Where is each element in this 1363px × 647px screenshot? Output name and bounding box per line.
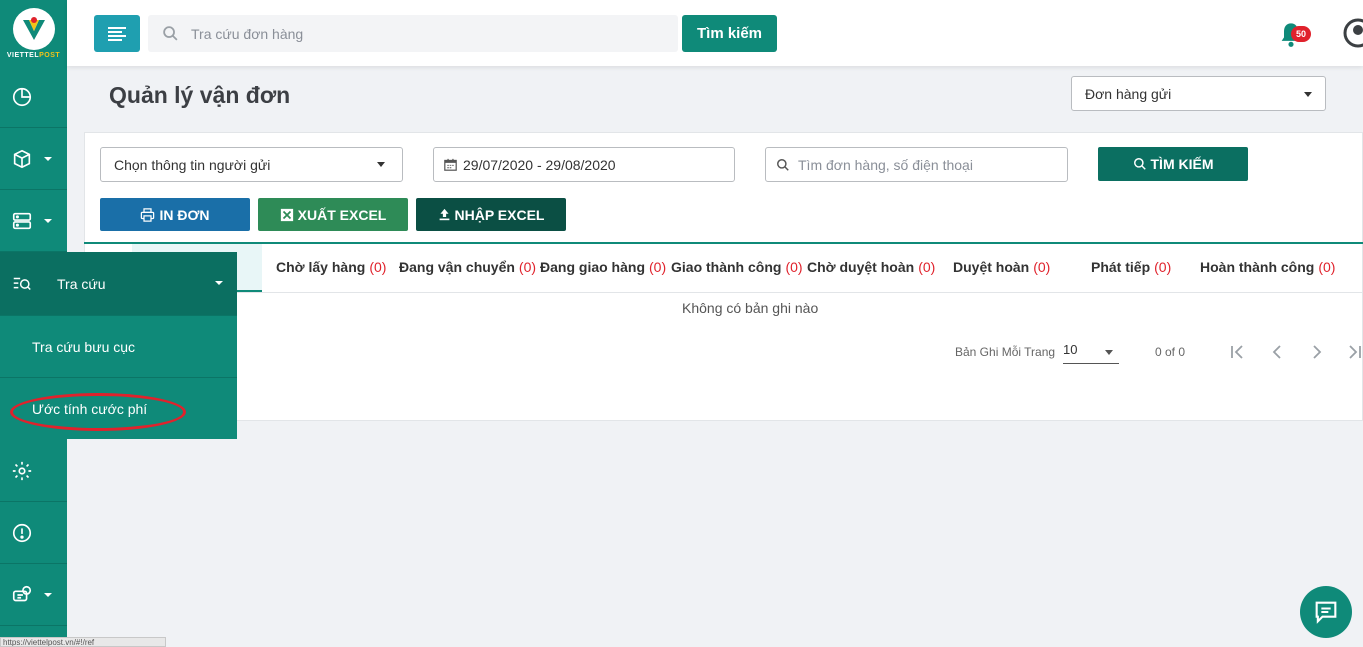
page-range: 0 of 0 [1155,345,1186,359]
flyout-header-lookup[interactable]: Tra cứu [0,252,237,315]
tab-return-approved[interactable]: Duyệt hoàn (0) [953,259,1050,275]
tab-count: (0) [1033,259,1051,275]
alert-circle-icon [12,523,32,542]
sender-select-value: Chọn thông tin người gửi [114,156,271,173]
search-icon [1133,158,1146,170]
print-label: IN ĐƠN [159,206,210,223]
sidebar-item-orders[interactable] [0,128,67,190]
lookup-flyout-menu: Tra cứu Tra cứu bưu cục Ước tính cước ph… [0,252,237,439]
viettelpost-logo[interactable]: VIETTELPOST [0,0,67,66]
sidebar-item-dashboard[interactable] [0,66,67,128]
order-type-select[interactable]: Đơn hàng gửi [1071,76,1326,111]
logo-mark-icon [12,8,55,50]
order-phone-search [765,147,1068,182]
support-chat-icon [12,585,32,601]
import-excel-button[interactable]: NHẬP EXCEL [416,198,566,231]
search-list-icon [13,277,31,290]
notification-badge: 50 [1291,26,1311,42]
chevron-down-icon [44,593,52,597]
tab-count: (0) [518,259,537,275]
flyout-item-post-office-lookup[interactable]: Tra cứu bưu cục [0,315,237,377]
menu-icon [108,26,126,41]
status-bar-url: https://viettelpost.vn/#!/ref [0,637,166,647]
package-icon [13,149,31,168]
export-excel-button[interactable]: XUẤT EXCEL [258,198,408,231]
chevron-down-icon [215,281,223,285]
next-page-icon[interactable] [1310,343,1324,361]
sidebar-item-complaints[interactable] [0,502,67,564]
menu-toggle-button[interactable] [94,15,140,52]
tab-count: (0) [369,259,387,275]
page-size-label: Bản Ghi Mỗi Trang [955,345,1056,359]
tab-in-transit[interactable]: Đang vận chuyển (0) [399,259,536,275]
avatar[interactable] [1343,18,1363,48]
top-header: Tìm kiếm 50 [67,0,1363,66]
date-range-picker[interactable]: 29/07/2020 - 29/08/2020 [433,147,735,182]
date-range-value: 29/07/2020 - 29/08/2020 [463,156,616,173]
print-button[interactable]: IN ĐƠN [100,198,250,231]
pie-chart-icon [12,87,32,106]
header-search-box [148,15,678,52]
highlight-annotation [10,393,186,431]
upload-icon [439,208,449,221]
import-excel-label: NHẬP EXCEL [454,206,545,223]
chevron-down-icon [44,157,52,161]
empty-table-message: Không có bản ghi nào [682,300,819,316]
header-search-button[interactable]: Tìm kiếm [682,15,777,52]
last-page-icon[interactable] [1347,343,1363,361]
page-size-select[interactable]: 10 [1063,342,1119,364]
tab-delivering[interactable]: Đang giao hàng (0) [540,259,666,275]
filter-search-button[interactable]: TÌM KIẾM [1098,147,1248,181]
tab-delivered[interactable]: Giao thành công (0) [671,259,803,275]
chat-button[interactable] [1300,586,1352,638]
logo-text: VIETTELPOST [6,52,61,59]
flyout-item-fee-estimate[interactable]: Ước tính cước phí [0,377,237,439]
tab-pending-return[interactable]: Chờ duyệt hoàn (0) [807,259,935,275]
tab-count: (0) [918,259,936,275]
search-icon [777,158,789,171]
chevron-down-icon [1304,92,1312,97]
sidebar-item-support[interactable] [0,564,67,626]
tab-waiting-pickup[interactable]: Chờ lấy hàng (0) [276,259,386,275]
page-title: Quản lý vận đơn [109,82,291,108]
prev-page-icon[interactable] [1270,343,1284,361]
tab-count: (0) [649,259,667,275]
flyout-title: Tra cứu [57,275,106,292]
calendar-icon [444,158,457,171]
order-type-value: Đơn hàng gửi [1085,85,1172,102]
tab-count: (0) [785,259,803,275]
tab-redeliver[interactable]: Phát tiếp (0) [1091,259,1171,275]
order-phone-input[interactable] [798,156,1048,173]
order-search-input[interactable] [191,25,651,42]
first-page-icon[interactable] [1229,343,1245,361]
sender-select[interactable]: Chọn thông tin người gửi [100,147,403,182]
chevron-down-icon [1105,350,1113,355]
tab-returned[interactable]: Hoàn thành công (0) [1200,259,1335,275]
filter-search-label: TÌM KIẾM [1150,156,1214,172]
chat-icon [1315,601,1337,624]
chevron-down-icon [377,162,385,167]
excel-file-icon [280,208,293,221]
server-icon [12,212,32,229]
search-icon [163,26,178,41]
page-size-value: 10 [1063,342,1078,357]
gear-icon [12,461,32,480]
tab-count: (0) [1318,259,1336,275]
tab-count: (0) [1154,259,1172,275]
export-excel-label: XUẤT EXCEL [297,206,387,223]
printer-icon [141,207,155,222]
sidebar-item-settings[interactable] [0,440,67,502]
sidebar-item-storage[interactable] [0,190,67,252]
chevron-down-icon [44,219,52,223]
